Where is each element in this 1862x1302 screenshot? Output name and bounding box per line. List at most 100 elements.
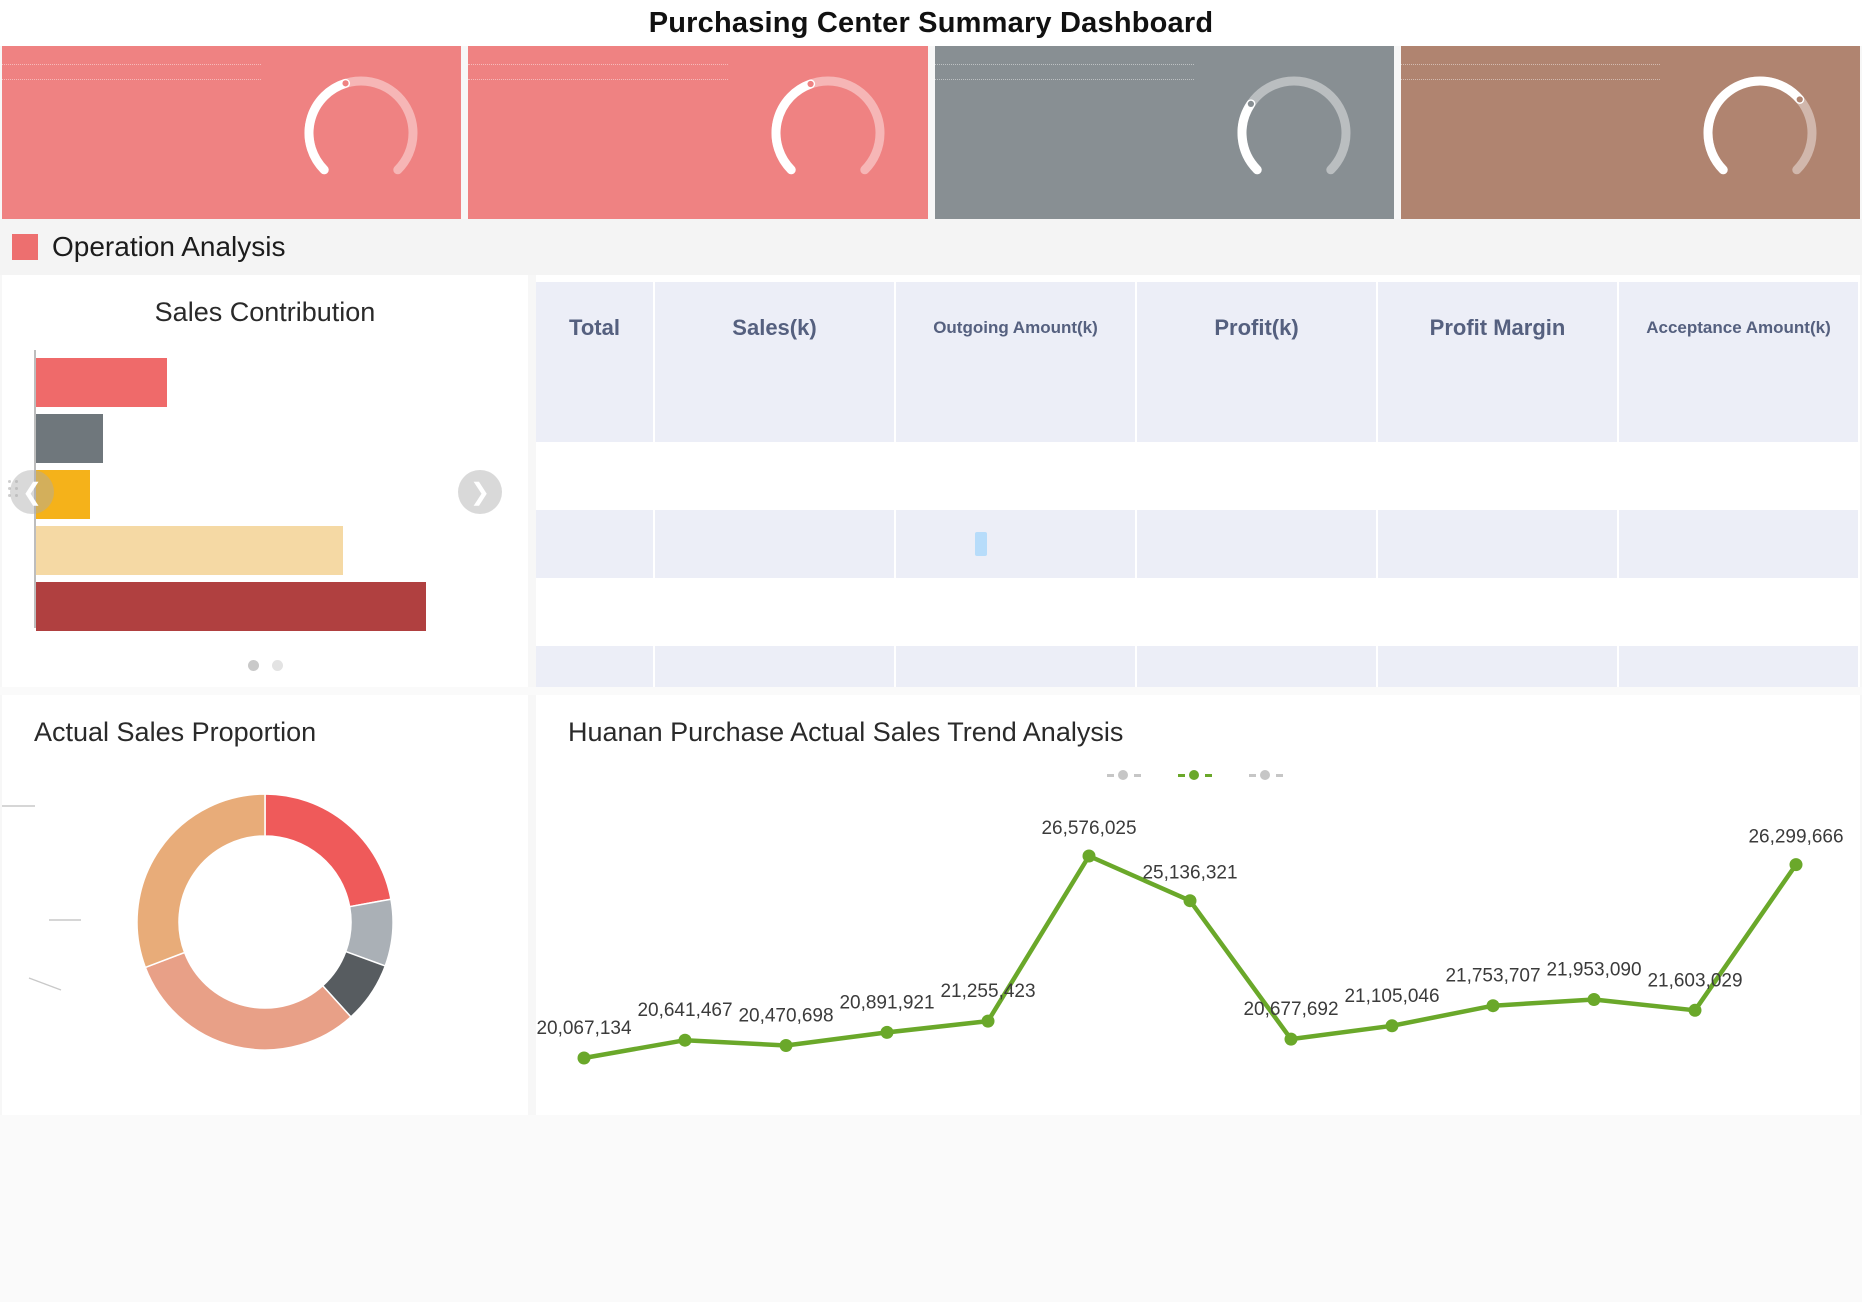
cell-content: [1137, 609, 1376, 615]
trend-point-label: 21,753,707: [1445, 966, 1540, 987]
kpi-card-2[interactable]: [468, 46, 928, 219]
dashboard-page: Purchasing Center Summary Dashboard Oper…: [0, 0, 1862, 1302]
table-cell-outgoing: [895, 646, 1137, 687]
kpi-name-1: [2, 46, 262, 65]
chevron-left-icon[interactable]: ❮: [10, 470, 54, 514]
trend-point-label: 21,255,423: [940, 981, 1035, 1002]
kpi-difference-row-3: [934, 65, 1194, 80]
page-title: Purchasing Center Summary Dashboard: [0, 0, 1862, 46]
bar-rect[interactable]: [36, 358, 168, 407]
gauge-ring-icon: [771, 76, 884, 174]
table-body: [536, 374, 1860, 687]
donut-slice[interactable]: [264, 793, 392, 908]
sales-contribution-panel: Sales Contribution ❮ ❯: [2, 275, 528, 687]
chevron-right-icon[interactable]: ❯: [458, 470, 502, 514]
cell-content: [655, 541, 894, 547]
kpi-total-row-1: [2, 80, 261, 94]
kpi-card-3[interactable]: [934, 46, 1394, 219]
cell-content: [655, 609, 894, 615]
trend-point[interactable]: [880, 1025, 894, 1039]
kpi-name-4: [1400, 46, 1660, 65]
table-col-header-4: Profit Margin: [1377, 282, 1619, 374]
cell-content: [1137, 405, 1376, 411]
cell-yoy-mom: [1469, 677, 1533, 683]
legend-marker-icon: [1177, 770, 1212, 780]
trend-point[interactable]: [1486, 999, 1500, 1013]
trend-point[interactable]: [1183, 894, 1197, 908]
cell-content: [896, 532, 1135, 556]
trend-line-path: [581, 853, 1799, 1061]
cell-yoy-mom: [987, 473, 1051, 479]
cell-content: [1619, 541, 1858, 547]
trend-point-label: 26,576,025: [1041, 818, 1136, 839]
cell-content: [1378, 473, 1617, 479]
bar-rect[interactable]: [36, 526, 344, 575]
carousel-dot-2[interactable]: [271, 660, 283, 671]
trend-point[interactable]: [678, 1033, 692, 1047]
kpi-gauge-4: [1660, 46, 1860, 219]
legend-item-actual[interactable]: [1177, 770, 1219, 780]
analysis-row-bottom: Actual Sales Proportion Huanan Purchase …: [0, 695, 1862, 1115]
table-row[interactable]: [536, 646, 1860, 687]
bar-item[interactable]: [36, 414, 113, 463]
legend-marker-icon: [1106, 770, 1141, 780]
trend-legend: [536, 770, 1860, 780]
table-cell-profit: [1136, 442, 1378, 510]
donut-svg: [136, 793, 394, 1051]
table-cell-outgoing: [895, 578, 1137, 646]
trend-line-svg: 20,067,13420,641,467 20,470,698 20,891,921…: [536, 818, 1844, 1065]
table-cell-profit: [1136, 578, 1378, 646]
table-row[interactable]: [536, 578, 1860, 646]
table-cell-acceptance: [1618, 374, 1860, 442]
carousel-dots[interactable]: [2, 660, 528, 671]
summary-table-panel: Total Sales(k) Outgoing Amount(k) Profit(k)…: [536, 275, 1860, 687]
table-cell-sales: [654, 510, 896, 578]
trend-point[interactable]: [577, 1051, 591, 1065]
kpi-text-block-4: [1400, 46, 1660, 219]
bar-item[interactable]: [36, 358, 177, 407]
table-cell-outgoing: [895, 374, 1137, 442]
donut-slice[interactable]: [144, 951, 352, 1051]
kpi-card-4[interactable]: [1400, 46, 1860, 219]
cell-yoy-mom: [746, 473, 810, 479]
bar-rect[interactable]: [36, 582, 426, 631]
gauge-ring-icon: [1703, 76, 1817, 174]
cell-yoy-mom: [746, 405, 810, 411]
trend-point[interactable]: [981, 1014, 995, 1028]
table-col-header-0: Total: [536, 282, 655, 374]
table-row[interactable]: [536, 510, 1860, 578]
carousel-dot-1[interactable]: [247, 660, 259, 671]
trend-point-label: 20,470,698: [738, 1006, 833, 1027]
table-cell-margin: [1377, 442, 1619, 510]
cell-content: [655, 677, 894, 683]
kpi-card-1[interactable]: [2, 46, 462, 219]
trend-point[interactable]: [1789, 858, 1803, 872]
cell-content: [1378, 609, 1617, 615]
cell-yoy-mom: [987, 609, 1051, 615]
cell-content: [1378, 677, 1617, 683]
legend-item-completion-rate[interactable]: [1248, 770, 1290, 780]
trend-point[interactable]: [1385, 1019, 1399, 1033]
donut-slice[interactable]: [136, 793, 266, 969]
cell-yoy-mom: [1228, 609, 1292, 615]
kpi-text-block-1: [2, 46, 262, 219]
cell-yoy-mom: [1228, 541, 1292, 547]
kpi-difference-row-2: [468, 65, 728, 80]
trend-point[interactable]: [1587, 993, 1601, 1006]
table-row[interactable]: [536, 374, 1860, 442]
trend-point[interactable]: [1082, 849, 1096, 863]
gauge-ring-icon: [304, 76, 418, 174]
bar-rect[interactable]: [36, 414, 104, 463]
table-row[interactable]: [536, 442, 1860, 510]
cell-yoy-mom: [987, 677, 1051, 683]
bar-item[interactable]: [36, 582, 436, 631]
trend-point[interactable]: [1688, 1003, 1702, 1017]
trend-point[interactable]: [779, 1039, 793, 1052]
trend-point-label: 21,603,029: [1647, 970, 1742, 991]
trend-analysis-panel: Huanan Purchase Actual Sales Trend Analy…: [536, 695, 1860, 1115]
table-cell-profit: [1136, 646, 1378, 687]
gauge-ring-icon: [1237, 76, 1351, 174]
legend-item-prediction[interactable]: [1106, 770, 1148, 780]
trend-point[interactable]: [1284, 1032, 1298, 1046]
bar-item[interactable]: [36, 526, 353, 575]
